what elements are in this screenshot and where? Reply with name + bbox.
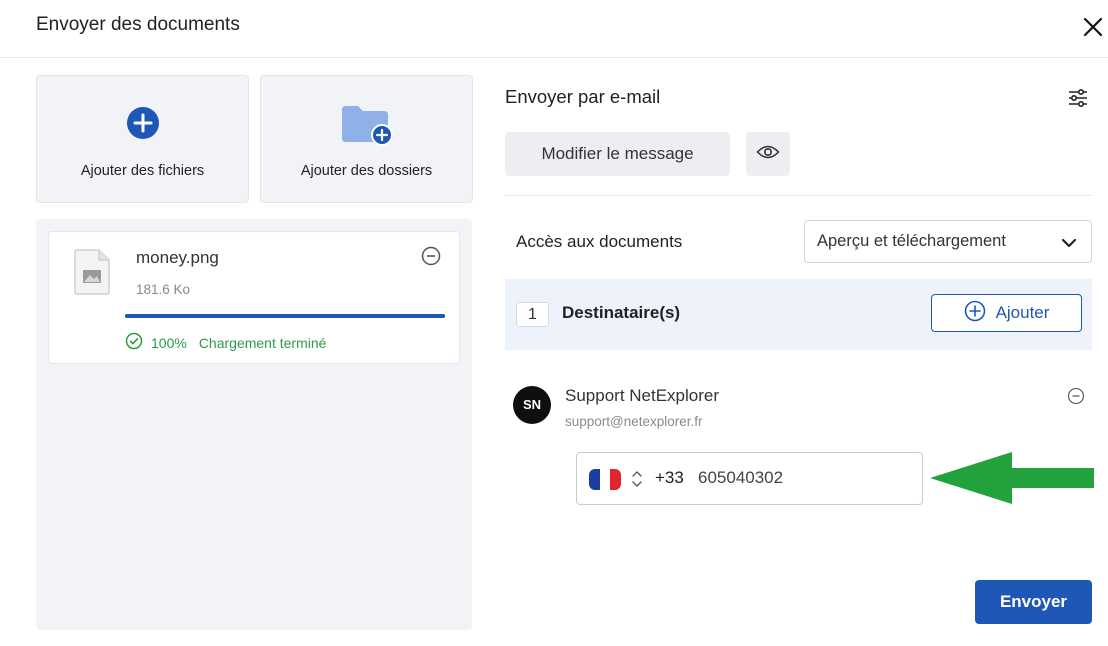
- france-flag-icon[interactable]: [589, 469, 621, 490]
- recipient-name: Support NetExplorer: [565, 386, 720, 405]
- annotation-arrow-icon: [928, 450, 1096, 511]
- check-circle-icon: [125, 332, 143, 353]
- dial-code: +33: [655, 468, 684, 487]
- send-button[interactable]: Envoyer: [975, 580, 1092, 624]
- access-select-value: Aperçu et téléchargement: [817, 232, 1006, 250]
- sort-arrows-icon[interactable]: [631, 469, 643, 494]
- modal-title: Envoyer des documents: [36, 14, 240, 35]
- plus-circle-outline-icon: [964, 300, 986, 327]
- phone-field: +33: [576, 452, 923, 505]
- recipients-label: Destinataire(s): [562, 303, 681, 322]
- close-icon[interactable]: [1080, 14, 1106, 40]
- file-size: 181.6 Ko: [136, 282, 191, 297]
- access-select[interactable]: Aperçu et téléchargement: [804, 220, 1092, 263]
- plus-circle-icon: [126, 106, 160, 145]
- phone-number-input[interactable]: [698, 468, 898, 488]
- add-files-button[interactable]: Ajouter des fichiers: [36, 75, 249, 203]
- upload-percent: 100%: [151, 334, 187, 351]
- upload-progress-bar: [125, 314, 445, 318]
- avatar: SN: [513, 386, 551, 424]
- add-recipient-button[interactable]: Ajouter: [931, 294, 1082, 332]
- add-folders-button[interactable]: Ajouter des dossiers: [260, 75, 473, 203]
- image-file-icon: [73, 248, 113, 301]
- recipients-header: 1 Destinataire(s) Ajouter: [505, 279, 1092, 350]
- recipient-email: support@netexplorer.fr: [565, 414, 703, 429]
- eye-icon: [756, 144, 780, 165]
- add-recipient-label: Ajouter: [995, 303, 1050, 322]
- section-divider: [505, 195, 1092, 196]
- file-name: money.png: [136, 248, 219, 267]
- folder-plus-icon: [340, 104, 394, 151]
- preview-button[interactable]: [746, 132, 790, 176]
- chevron-down-icon: [1061, 236, 1077, 254]
- access-label: Accès aux documents: [516, 232, 683, 251]
- upload-status: 100% Chargement terminé: [125, 332, 326, 353]
- remove-file-icon[interactable]: [421, 246, 441, 266]
- remove-recipient-icon[interactable]: [1066, 386, 1086, 406]
- upload-status-text: Chargement terminé: [198, 334, 327, 351]
- edit-message-button[interactable]: Modifier le message: [505, 132, 730, 176]
- file-list-panel: money.png 181.6 Ko 100% Chargement termi…: [36, 219, 472, 630]
- sliders-icon[interactable]: [1066, 86, 1090, 110]
- email-section-title: Envoyer par e-mail: [505, 86, 661, 107]
- add-folders-label: Ajouter des dossiers: [300, 163, 433, 179]
- upload-progress-fill: [125, 314, 445, 318]
- add-files-label: Ajouter des fichiers: [80, 163, 205, 179]
- recipient-count-badge: 1: [516, 302, 549, 327]
- modal-header: Envoyer des documents: [0, 0, 1108, 58]
- file-item: money.png 181.6 Ko 100% Chargement termi…: [48, 231, 460, 364]
